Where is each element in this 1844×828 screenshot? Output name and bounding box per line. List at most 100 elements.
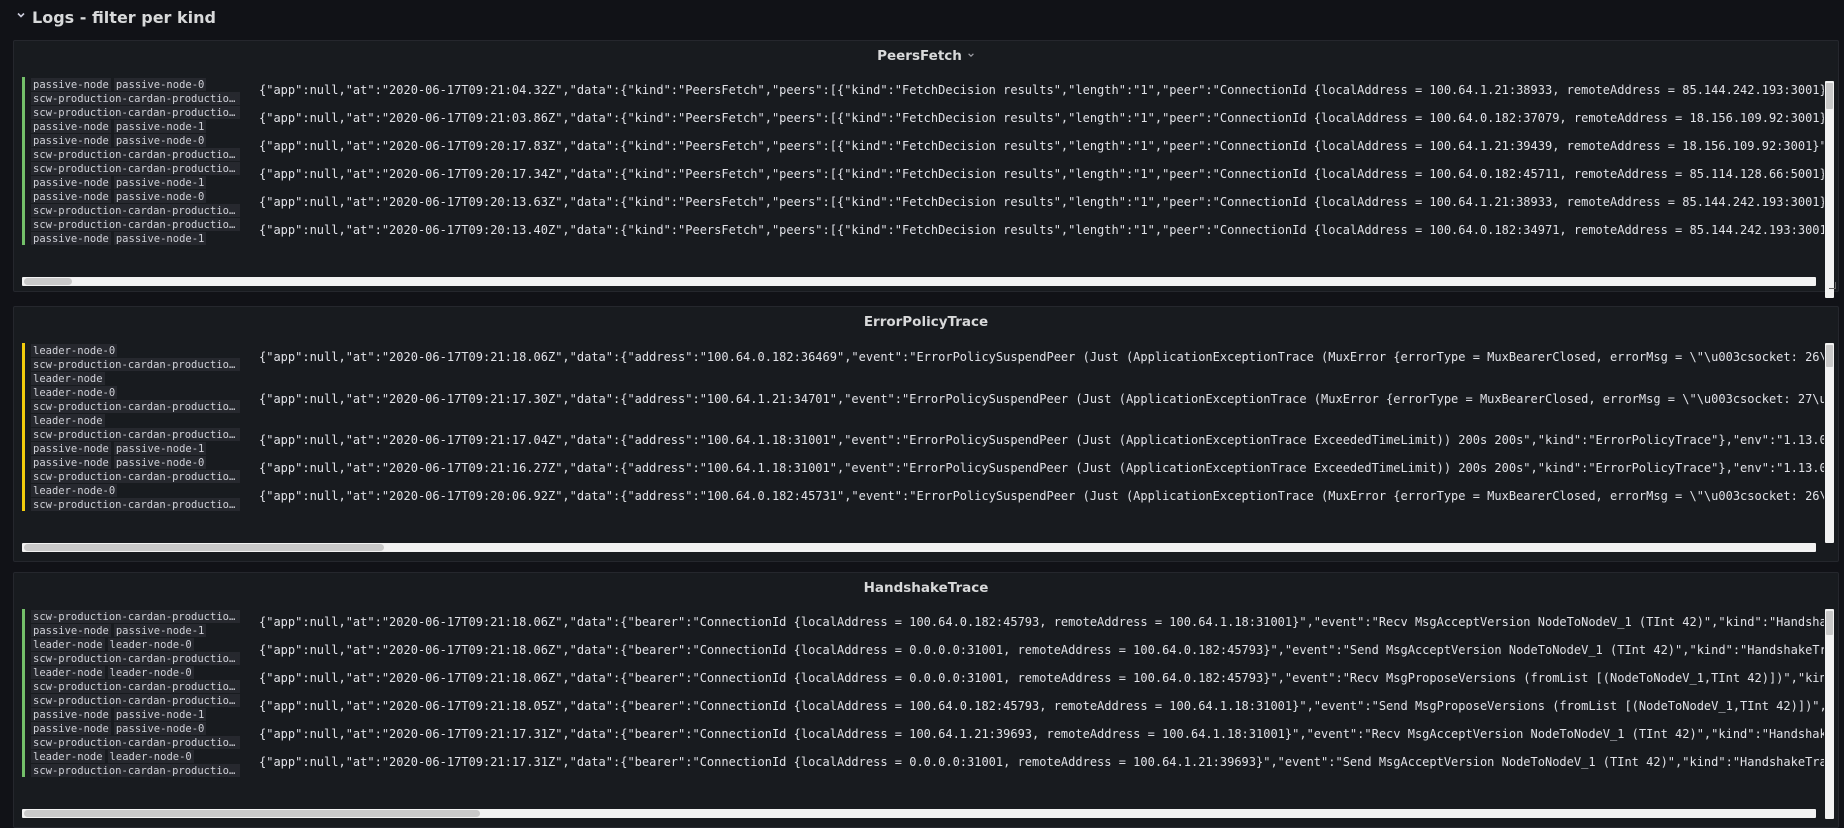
log-label-chip[interactable]: passive-node [31,623,111,637]
log-label-chip[interactable]: scw-production-cardan-production… [31,105,240,119]
log-message[interactable]: {"app":null,"at":"2020-06-17T09:21:17.31… [259,754,1824,770]
log-message[interactable]: {"app":null,"at":"2020-06-17T09:20:17.83… [259,138,1824,154]
log-message[interactable]: {"app":null,"at":"2020-06-17T09:20:06.92… [259,488,1824,504]
log-message[interactable]: {"app":null,"at":"2020-06-17T09:21:18.06… [259,614,1824,630]
log-row[interactable]: scw-production-cardan-production… passive… [22,427,1824,455]
log-message[interactable]: {"app":null,"at":"2020-06-17T09:21:17.04… [259,432,1824,448]
log-message[interactable]: {"app":null,"at":"2020-06-17T09:21:18.05… [259,698,1824,714]
log-label-chip[interactable]: scw-production-cardan-production… [31,763,240,777]
log-label-chip[interactable]: passive-node-1 [113,623,207,637]
log-label-chip[interactable]: scw-production-cardan-production… [31,91,240,105]
log-label-chip[interactable]: leader-node-0 [107,637,194,651]
horizontal-scrollbar[interactable] [22,277,1816,286]
log-row[interactable]: passive-node passive-node-0 scw-production… [22,133,1824,161]
horizontal-scrollbar-thumb[interactable] [24,544,384,551]
log-label-chip[interactable]: leader-node-0 [31,343,118,357]
log-row[interactable]: scw-production-cardan-production… passive… [22,161,1824,189]
log-message[interactable]: {"app":null,"at":"2020-06-17T09:20:13.40… [259,222,1824,238]
horizontal-scrollbar[interactable] [22,543,1816,552]
vertical-scrollbar[interactable] [1825,343,1834,543]
log-label-chip[interactable]: passive-node-1 [113,707,207,721]
log-label-chip[interactable]: scw-production-cardan-production… [31,497,240,511]
log-label-chip[interactable]: passive-node-0 [113,455,207,469]
row-header[interactable]: Logs - filter per kind [0,0,1844,34]
log-row[interactable]: leader-node-0 scw-production-cardan-produ… [22,483,1824,511]
log-label-chip[interactable]: scw-production-cardan-production… [31,217,240,231]
log-label-chip[interactable]: passive-node-1 [113,441,207,455]
log-row[interactable]: scw-production-cardan-production… passive… [22,609,1824,637]
log-label-chip[interactable]: passive-node-0 [113,77,207,91]
log-label-chip[interactable]: passive-node [31,441,111,455]
log-label-chip[interactable]: leader-node [31,749,105,763]
log-row[interactable]: passive-node passive-node-0 scw-production… [22,189,1824,217]
log-row[interactable]: scw-production-cardan-production… passive… [22,693,1824,721]
log-label-chip[interactable]: passive-node [31,189,111,203]
log-label-chip[interactable]: scw-production-cardan-production… [31,161,240,175]
log-label-chip[interactable]: passive-node [31,721,111,735]
log-label-chip[interactable]: passive-node [31,175,111,189]
log-label-chip[interactable]: scw-production-cardan-production… [31,427,240,441]
log-label-chip[interactable]: leader-node [31,637,105,651]
log-label-chip[interactable]: passive-node [31,119,111,133]
log-label-chip[interactable]: scw-production-cardan-production… [31,679,240,693]
log-message[interactable]: {"app":null,"at":"2020-06-17T09:21:17.31… [259,726,1824,742]
horizontal-scrollbar-thumb[interactable] [24,278,72,285]
log-label-chip[interactable]: passive-node [31,231,111,245]
log-row[interactable]: leader-node leader-node-0 scw-production-c… [22,665,1824,693]
log-label-chip[interactable]: leader-node-0 [107,749,194,763]
log-row[interactable]: leader-node-0 scw-production-cardan-produ… [22,343,1824,385]
log-label-chip[interactable]: passive-node [31,77,111,91]
log-label-chip[interactable]: passive-node-1 [113,119,207,133]
log-row[interactable]: scw-production-cardan-production… passive… [22,105,1824,133]
log-label-chip[interactable]: leader-node-0 [31,385,118,399]
log-message[interactable]: {"app":null,"at":"2020-06-17T09:21:18.06… [259,670,1824,686]
log-row[interactable]: leader-node-0 scw-production-cardan-produ… [22,385,1824,427]
log-label-chip[interactable]: scw-production-cardan-production… [31,399,240,413]
panel-title[interactable]: HandshakeTrace [14,573,1838,603]
log-message[interactable]: {"app":null,"at":"2020-06-17T09:21:17.30… [259,391,1824,407]
log-label-chip[interactable]: scw-production-cardan-production… [31,147,240,161]
panel-resize-handle[interactable] [1829,282,1836,289]
log-label-chip[interactable]: passive-node [31,455,111,469]
log-row[interactable]: scw-production-cardan-production… passive… [22,217,1824,245]
vertical-scrollbar-thumb[interactable] [1826,345,1833,367]
log-row[interactable]: passive-node passive-node-0 scw-production… [22,721,1824,749]
log-label-chip[interactable]: leader-node-0 [107,665,194,679]
vertical-scrollbar-thumb[interactable] [1826,611,1833,635]
log-label-chip[interactable]: passive-node-1 [113,231,207,245]
log-label-chip[interactable]: scw-production-cardan-production… [31,693,240,707]
panel-title[interactable]: ErrorPolicyTrace [14,307,1838,337]
horizontal-scrollbar[interactable] [22,809,1816,818]
panel-menu-chevron-icon[interactable] [967,51,975,62]
log-label-chip[interactable]: scw-production-cardan-production… [31,357,240,371]
vertical-scrollbar-thumb[interactable] [1826,83,1833,109]
vertical-scrollbar[interactable] [1825,609,1834,819]
log-row[interactable]: passive-node passive-node-0 scw-production… [22,455,1824,483]
log-label-chip[interactable]: leader-node [31,413,105,427]
log-label-chip[interactable]: passive-node [31,133,111,147]
log-message[interactable]: {"app":null,"at":"2020-06-17T09:21:18.06… [259,642,1824,658]
log-message[interactable]: {"app":null,"at":"2020-06-17T09:21:04.32… [259,82,1824,98]
log-row[interactable]: leader-node leader-node-0 scw-production-c… [22,637,1824,665]
log-message[interactable]: {"app":null,"at":"2020-06-17T09:20:17.34… [259,166,1824,182]
log-label-chip[interactable]: scw-production-cardan-production… [31,203,240,217]
log-label-chip[interactable]: passive-node-0 [113,133,207,147]
log-message[interactable]: {"app":null,"at":"2020-06-17T09:21:18.06… [259,349,1824,365]
horizontal-scrollbar-thumb[interactable] [24,810,480,817]
log-message[interactable]: {"app":null,"at":"2020-06-17T09:21:03.86… [259,110,1824,126]
log-label-chip[interactable]: leader-node [31,665,105,679]
log-row[interactable]: leader-node leader-node-0 scw-production-c… [22,749,1824,777]
log-label-chip[interactable]: leader-node-0 [31,483,118,497]
log-label-chip[interactable]: passive-node [31,707,111,721]
log-label-chip[interactable]: scw-production-cardan-production… [31,469,240,483]
log-label-chip[interactable]: scw-production-cardan-production… [31,609,240,623]
log-label-chip[interactable]: passive-node-0 [113,189,207,203]
panel-title[interactable]: PeersFetch [14,41,1838,71]
chevron-down-icon[interactable] [16,9,26,23]
log-message[interactable]: {"app":null,"at":"2020-06-17T09:21:16.27… [259,460,1824,476]
log-message[interactable]: {"app":null,"at":"2020-06-17T09:20:13.63… [259,194,1824,210]
log-label-chip[interactable]: leader-node [31,371,105,385]
log-label-chip[interactable]: scw-production-cardan-production… [31,651,240,665]
log-label-chip[interactable]: passive-node-0 [113,721,207,735]
log-label-chip[interactable]: scw-production-cardan-production… [31,735,240,749]
